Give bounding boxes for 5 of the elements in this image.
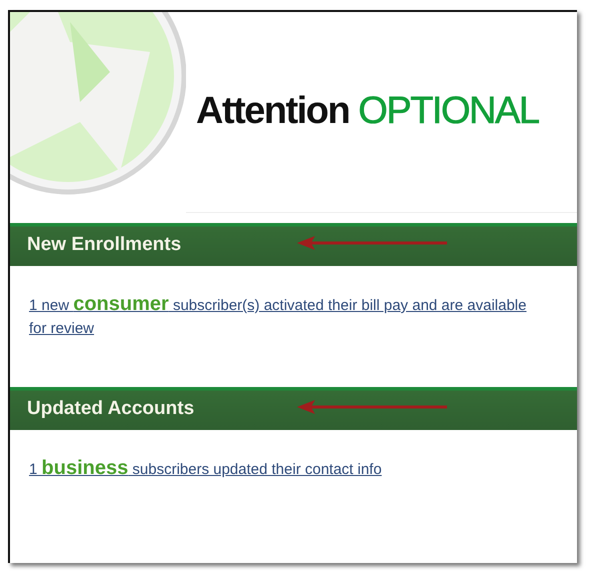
page-title: Attention OPTIONAL: [196, 90, 540, 133]
section-title: New Enrollments: [27, 234, 182, 256]
section-title: Updated Accounts: [27, 398, 194, 420]
review-link[interactable]: 1 business subscribers updated their contact info: [29, 457, 382, 481]
review-link[interactable]: 1 new consumer subscriber(s) activated their bill pay and are available for review: [29, 293, 539, 340]
